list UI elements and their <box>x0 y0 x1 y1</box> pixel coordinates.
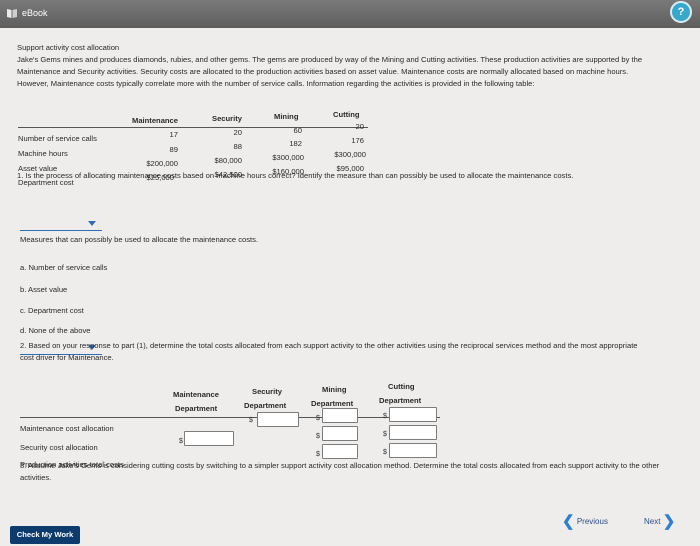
alloc-header-security-sub: Department <box>244 401 287 410</box>
alloc-header-rule <box>20 417 440 418</box>
security-maintenance-input[interactable] <box>257 412 299 427</box>
problem-intro: Jake's Gems mines and produces diamonds,… <box>17 55 643 88</box>
table-cell: $200,000 <box>146 159 178 168</box>
table-cell: 89 <box>169 145 178 154</box>
currency-symbol: $ <box>383 449 387 456</box>
previous-button[interactable]: ❮ Previous <box>562 512 608 530</box>
table-cell: 17 <box>169 130 178 139</box>
check-my-work-button[interactable]: Check My Work <box>10 526 80 544</box>
table-cell: 182 <box>289 139 302 148</box>
chevron-down-icon <box>88 221 96 226</box>
next-button[interactable]: Next ❯ <box>644 512 675 530</box>
col-header-mining: Mining <box>274 112 299 121</box>
currency-symbol: $ <box>383 413 387 420</box>
table-cell: 20 <box>233 128 242 137</box>
app-title: eBook <box>22 8 48 18</box>
top-bar: eBook ? <box>0 0 700 29</box>
maintenance-security-input[interactable] <box>184 431 234 446</box>
alloc-header-security: Security <box>252 387 282 396</box>
next-label: Next <box>644 517 661 526</box>
table-cell: 88 <box>233 142 242 151</box>
alloc-header-cutting: Cutting <box>388 382 415 391</box>
table-cell: $80,000 <box>214 156 242 165</box>
chevron-right-icon: ❯ <box>662 513 676 530</box>
mining-security-input[interactable] <box>322 426 358 441</box>
alloc-header-mining: Mining <box>322 385 347 394</box>
alloc-header-maintenance: Maintenance <box>173 390 219 399</box>
currency-symbol: $ <box>316 415 320 422</box>
q1-answer-dropdown[interactable] <box>20 218 102 231</box>
cutting-security-input[interactable] <box>389 425 437 440</box>
currency-symbol: $ <box>179 438 183 445</box>
help-icon[interactable]: ? <box>670 1 692 23</box>
option-c: c. Department cost <box>20 306 84 315</box>
chevron-left-icon: ❮ <box>562 513 575 530</box>
question-2-text: 2. Based on your response to part (1), d… <box>20 341 638 362</box>
currency-symbol: $ <box>383 431 387 438</box>
option-b: b. Asset value <box>20 285 68 294</box>
row-label-service-calls: Number of service calls <box>18 134 97 143</box>
table-cell: $300,000 <box>334 150 366 159</box>
row-label-security-allocation: Security cost allocation <box>20 443 98 452</box>
table-header-rule <box>18 127 368 128</box>
previous-label: Previous <box>576 517 608 526</box>
option-a: a. Number of service calls <box>20 263 108 272</box>
book-icon <box>7 9 17 18</box>
question-3-text: 3. Assume Jake's Gems is considering cut… <box>20 461 660 482</box>
alloc-header-cutting-sub: Department <box>379 396 422 405</box>
mining-total-input[interactable] <box>322 444 358 459</box>
measures-heading: Measures that can possibly be used to al… <box>20 235 259 244</box>
row-label-maintenance-allocation: Maintenance cost allocation <box>20 424 114 433</box>
currency-symbol: $ <box>316 451 320 458</box>
cutting-maintenance-input[interactable] <box>389 407 437 422</box>
mining-maintenance-input[interactable] <box>322 408 358 423</box>
problem-title: Support activity cost allocation <box>17 43 120 52</box>
cutting-total-input[interactable] <box>389 443 437 458</box>
col-header-security: Security <box>212 114 242 123</box>
table-cell: 20 <box>355 122 364 131</box>
currency-symbol: $ <box>316 433 320 440</box>
col-header-maintenance: Maintenance <box>132 116 178 125</box>
table-cell: $300,000 <box>272 153 304 162</box>
row-label-machine-hours: Machine hours <box>18 149 68 158</box>
table-cell: 176 <box>351 136 364 145</box>
currency-symbol: $ <box>249 417 253 424</box>
problem-content: Support activity cost allocation Jake's … <box>0 28 700 546</box>
col-header-cutting: Cutting <box>333 110 360 119</box>
option-d: d. None of the above <box>20 326 91 335</box>
table-cell: 60 <box>293 126 302 135</box>
alloc-header-maintenance-sub: Department <box>175 404 218 413</box>
question-1-text: 1. Is the process of allocating maintena… <box>17 171 574 180</box>
alloc-header-mining-sub: Department <box>311 399 354 408</box>
